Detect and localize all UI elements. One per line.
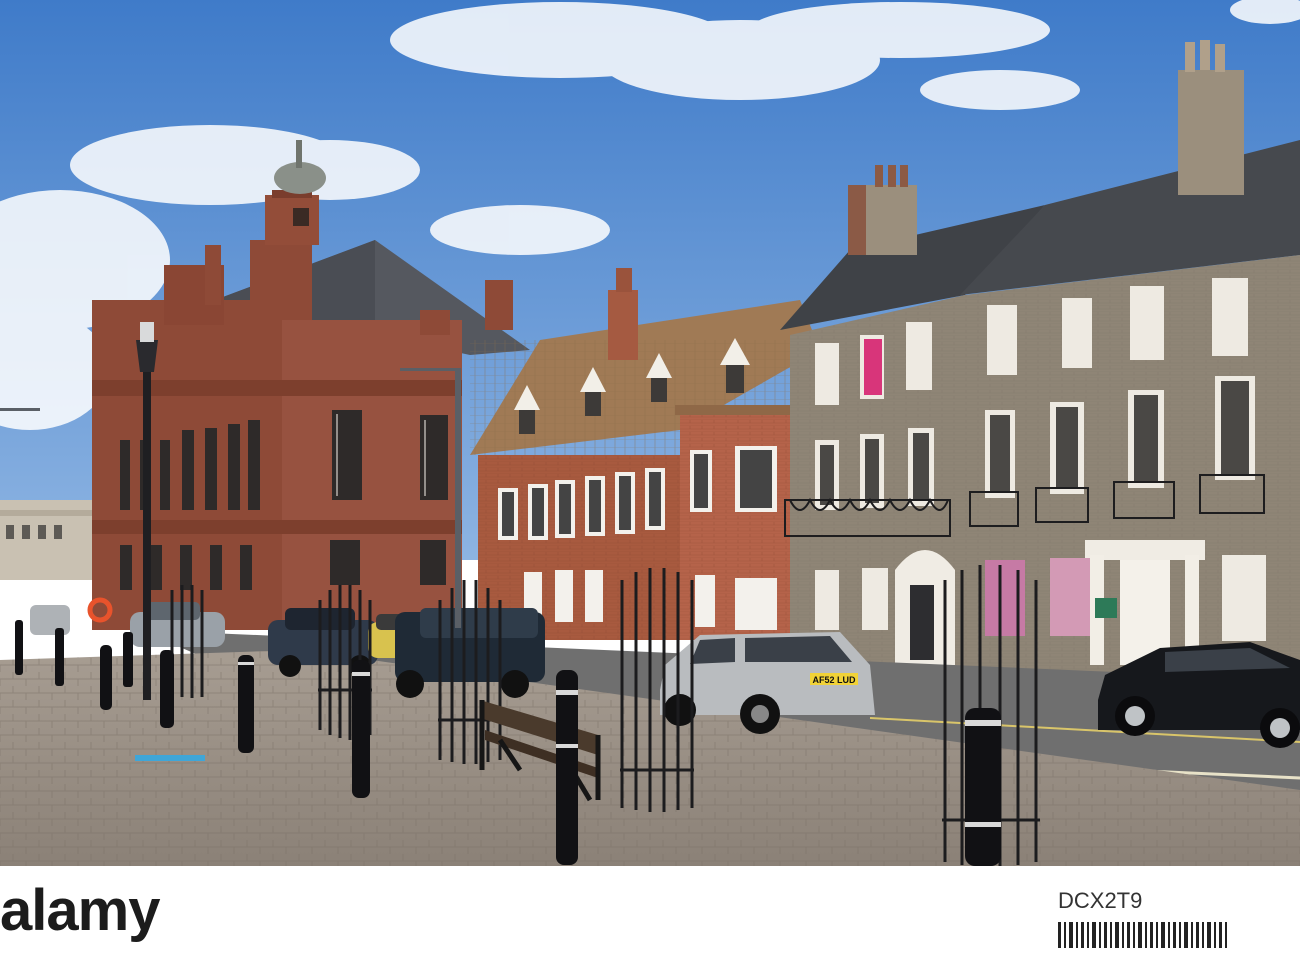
alamy-logo: alamy [0, 878, 160, 943]
watermark-bar: alamy DCX2T9 [0, 866, 1300, 956]
image-id: DCX2T9 [1058, 888, 1143, 913]
number-plate-text: AF52 LUD [812, 675, 856, 685]
distant-buildings [0, 500, 100, 580]
image-id-box: DCX2T9 [1028, 888, 1238, 948]
pink-curtain-window [864, 339, 882, 395]
street-photo: AF52 LUD [0, 0, 1300, 866]
